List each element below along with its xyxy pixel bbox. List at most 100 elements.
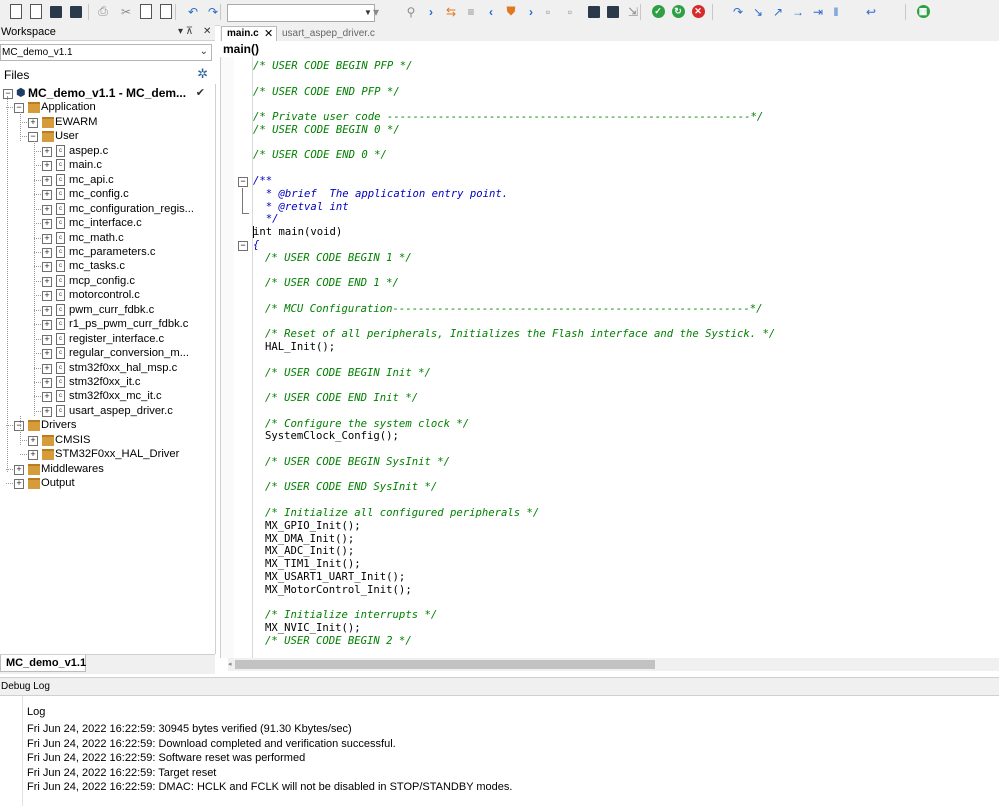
fold-marker-icon[interactable]: − xyxy=(238,176,248,187)
tree-file[interactable]: + c motorcontrol.c xyxy=(0,288,212,302)
code-area[interactable]: /* USER CODE BEGIN PFP */ /* USER CODE EN… xyxy=(253,57,998,658)
tree-file[interactable]: + c mc_parameters.c xyxy=(0,245,212,259)
stop-icon[interactable]: ✕ xyxy=(690,3,706,20)
expand-icon[interactable]: + xyxy=(42,233,52,244)
expand-icon[interactable]: + xyxy=(42,305,52,316)
tree-folder[interactable]: − Drivers xyxy=(0,418,212,432)
expand-icon[interactable]: + xyxy=(42,349,52,360)
expand-icon[interactable]: + xyxy=(28,450,38,461)
expand-icon[interactable]: + xyxy=(42,334,52,345)
find-icon[interactable]: ⚲ xyxy=(403,3,419,20)
bookmark-icon[interactable]: ⛊ xyxy=(503,3,519,20)
expand-icon[interactable]: + xyxy=(42,146,52,157)
undo-icon[interactable]: ↶ xyxy=(185,3,201,20)
save-all-icon[interactable] xyxy=(68,3,84,20)
reset-icon[interactable]: ↻ xyxy=(670,3,686,20)
expand-icon[interactable]: + xyxy=(42,276,52,287)
close-icon[interactable]: ✕ xyxy=(264,27,273,40)
expand-icon[interactable]: + xyxy=(42,392,52,403)
scroll-left-icon[interactable]: ◂ xyxy=(228,658,234,671)
expand-icon[interactable]: + xyxy=(42,320,52,331)
tree-folder[interactable]: + CMSIS xyxy=(0,433,212,447)
copy-icon[interactable] xyxy=(138,3,154,20)
reset-debug-icon[interactable]: ↩ xyxy=(863,3,879,20)
expand-icon[interactable]: + xyxy=(28,435,38,446)
pin-icon[interactable]: ▾ ⊼ xyxy=(178,26,193,37)
toggle-bookmark-icon[interactable]: ▫ xyxy=(540,3,556,20)
step-out-icon[interactable]: ↗ xyxy=(770,3,786,20)
find-in-files-icon[interactable]: ≡ xyxy=(463,3,479,20)
tree-file[interactable]: + c stm32f0xx_mc_it.c xyxy=(0,389,212,403)
tree-folder[interactable]: + Middlewares xyxy=(0,462,212,476)
next-statement-icon[interactable]: → xyxy=(790,3,806,20)
tree-file[interactable]: + c usart_aspep_driver.c xyxy=(0,404,212,418)
redo-icon[interactable]: ↷ xyxy=(205,3,221,20)
expand-icon[interactable]: + xyxy=(42,363,52,374)
tree-folder[interactable]: + Output xyxy=(0,476,212,490)
paste-icon[interactable] xyxy=(158,3,174,20)
collapse-icon[interactable]: − xyxy=(14,103,24,114)
breakpoint-gutter[interactable] xyxy=(221,57,234,658)
tree-file[interactable]: + c r1_ps_pwm_curr_fdbk.c xyxy=(0,317,212,331)
expand-icon[interactable]: + xyxy=(42,378,52,388)
layout-icon[interactable]: ▦ xyxy=(915,3,931,20)
forward-icon[interactable]: › xyxy=(523,3,539,20)
back-icon[interactable]: ‹ xyxy=(483,3,499,20)
collapse-icon[interactable]: − xyxy=(28,132,38,143)
replace-icon[interactable]: ⇆ xyxy=(443,3,459,20)
print-icon[interactable]: ⎙ xyxy=(95,3,111,20)
tree-folder[interactable]: − Application xyxy=(0,100,212,114)
tree-folder[interactable]: + EWARM xyxy=(0,115,212,129)
step-over-icon[interactable]: ↷ xyxy=(730,3,746,20)
expand-icon[interactable]: + xyxy=(42,291,52,302)
tree-file[interactable]: + c regular_conversion_m... xyxy=(0,346,212,360)
break-icon[interactable]: ‖ xyxy=(828,3,844,20)
tree-file[interactable]: + c pwm_curr_fdbk.c xyxy=(0,303,212,317)
tree-file[interactable]: + c mc_tasks.c xyxy=(0,259,212,273)
tree-file[interactable]: + c mc_configuration_regis... xyxy=(0,202,212,216)
close-icon[interactable]: ✕ xyxy=(203,26,211,37)
fold-marker-icon[interactable]: − xyxy=(238,240,248,251)
collapse-icon[interactable]: − xyxy=(3,89,13,99)
chevron-down-icon[interactable]: ⌄ xyxy=(200,46,208,57)
tree-root[interactable]: − ⬢ MC_demo_v1.1 - MC_dem... ✔ xyxy=(0,86,212,100)
download-debug-icon[interactable] xyxy=(605,3,621,20)
open-file-icon[interactable] xyxy=(28,3,44,20)
tree-folder[interactable]: − User xyxy=(0,129,212,143)
cut-icon[interactable]: ✂ xyxy=(118,3,134,20)
collapse-icon[interactable]: − xyxy=(14,421,24,432)
expand-icon[interactable]: + xyxy=(14,464,24,475)
horizontal-scrollbar-thumb[interactable] xyxy=(235,660,655,669)
tree-file[interactable]: + c stm32f0xx_it.c xyxy=(0,375,212,389)
gear-icon[interactable]: ✲ xyxy=(197,66,208,82)
expand-icon[interactable]: + xyxy=(14,479,24,490)
next-bookmark-icon[interactable]: ▫ xyxy=(562,3,578,20)
expand-icon[interactable]: + xyxy=(42,406,52,417)
save-icon[interactable] xyxy=(48,3,64,20)
step-into-icon[interactable]: ↘ xyxy=(750,3,766,20)
new-file-icon[interactable] xyxy=(8,3,24,20)
tab-usart-aspep-driver-c[interactable]: usart_aspep_driver.c xyxy=(282,27,375,40)
tree-file[interactable]: + c aspep.c xyxy=(0,144,212,158)
tree-file[interactable]: + c mc_api.c xyxy=(0,173,212,187)
configuration-select[interactable]: MC_demo_v1.1 ⌄ xyxy=(0,44,212,61)
expand-icon[interactable]: + xyxy=(42,262,52,273)
tree-file[interactable]: + c mc_math.c xyxy=(0,231,212,245)
run-to-cursor-icon[interactable]: ⇥ xyxy=(810,3,826,20)
expand-icon[interactable]: + xyxy=(42,247,52,258)
tab-main-c[interactable]: main.c ✕ xyxy=(221,26,277,41)
expand-icon[interactable]: + xyxy=(42,190,52,201)
expand-icon[interactable]: + xyxy=(42,219,52,229)
next-icon[interactable]: › xyxy=(423,3,439,20)
expand-icon[interactable]: + xyxy=(28,117,38,128)
download-icon[interactable] xyxy=(586,3,602,20)
build-icon[interactable]: ⇲ xyxy=(625,3,641,20)
expand-icon[interactable]: + xyxy=(42,204,52,215)
search-combo[interactable]: ▼ xyxy=(227,4,375,22)
expand-icon[interactable]: + xyxy=(42,161,52,172)
tree-file[interactable]: + c main.c xyxy=(0,158,212,172)
go-icon[interactable]: ✓ xyxy=(650,3,666,20)
tree-folder[interactable]: + STM32F0xx_HAL_Driver xyxy=(0,447,212,461)
tree-file[interactable]: + c register_interface.c xyxy=(0,332,212,346)
expand-icon[interactable]: + xyxy=(42,175,52,186)
